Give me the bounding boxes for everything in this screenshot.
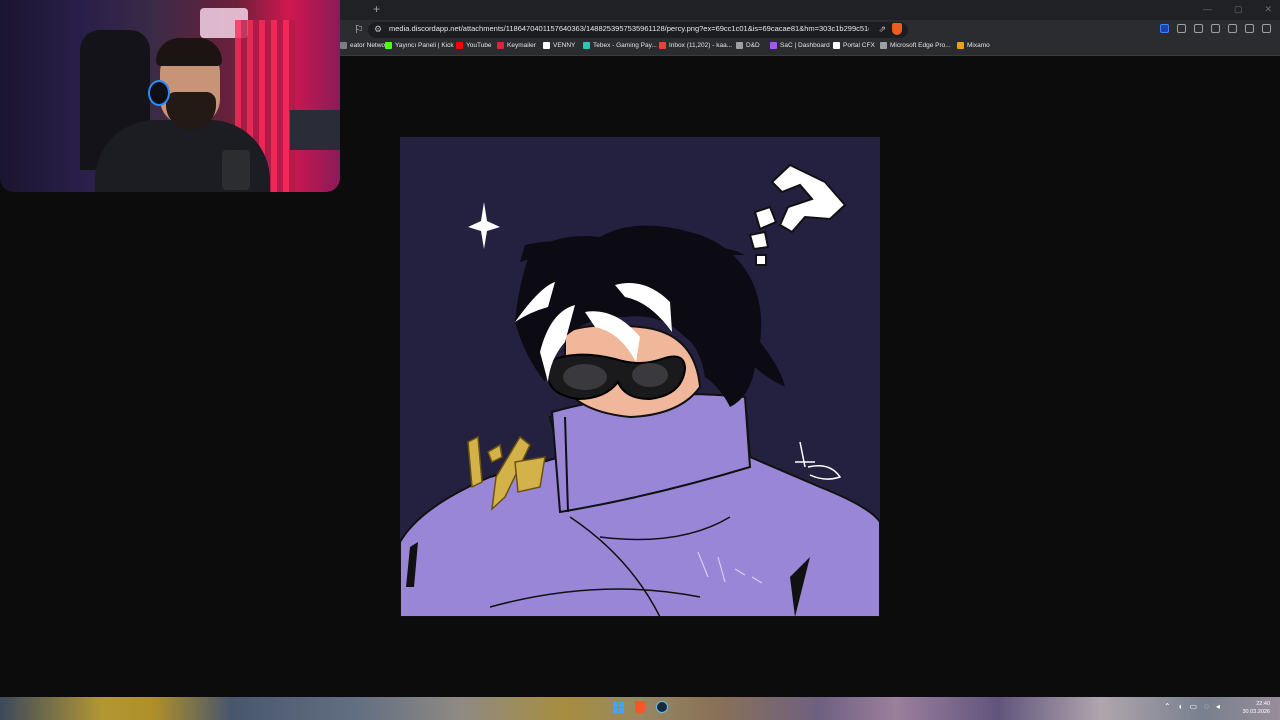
menu-icon[interactable]	[1262, 24, 1271, 33]
bookmark-item[interactable]: SaC | Dashboard	[770, 42, 830, 49]
network-icon[interactable]: ◌	[1204, 702, 1209, 711]
headset-icon	[148, 80, 170, 106]
taskbar-clock[interactable]: 22:40 30.03.2026	[1242, 700, 1270, 716]
bookmark-favicon-icon	[543, 42, 550, 49]
steam-taskbar-icon[interactable]	[656, 701, 668, 713]
extension-icon[interactable]	[1177, 24, 1186, 33]
display-icon[interactable]: ▭	[1190, 702, 1198, 711]
brave-taskbar-icon[interactable]	[635, 701, 645, 714]
music-icon[interactable]	[1211, 24, 1220, 33]
bookmark-favicon-icon	[385, 42, 392, 49]
minimize-icon[interactable]: —	[1203, 4, 1212, 15]
bookmark-item[interactable]: VENNY	[543, 42, 575, 49]
bookmark-favicon-icon	[880, 42, 887, 49]
new-tab-button[interactable]: +	[373, 3, 380, 15]
bookmark-item[interactable]: Mixamo	[957, 42, 990, 49]
system-tray: ⌃ ◖ ▭ ◌ ◂	[1164, 702, 1220, 711]
bookmark-item[interactable]: Yayıncı Paneli | Kick	[385, 42, 454, 49]
volume-icon[interactable]: ◂	[1216, 702, 1220, 711]
bookmark-favicon-icon	[583, 42, 590, 49]
bookmark-label: Inbox (11,202) - kaa...	[669, 42, 733, 49]
bookmark-item[interactable]: Microsoft Edge Pro...	[880, 42, 951, 49]
webcam-overlay	[0, 0, 340, 192]
bookmark-label: Keymailer	[507, 42, 536, 49]
bookmark-label: YouTube	[466, 42, 492, 49]
sidebar-icon[interactable]	[1228, 24, 1237, 33]
streamer-hair	[156, 38, 222, 66]
bookmark-item[interactable]: YouTube	[456, 42, 492, 49]
bookmark-item[interactable]: Keymailer	[497, 42, 536, 49]
share-icon[interactable]: ⇗	[878, 24, 886, 35]
window-controls: — ▢ ✕	[1203, 4, 1272, 15]
bookmark-item[interactable]: eator Network	[340, 42, 390, 49]
bookmark-item[interactable]: Tebex - Gaming Pay...	[583, 42, 657, 49]
bookmark-label: VENNY	[553, 42, 576, 49]
extension-icon[interactable]	[1194, 24, 1203, 33]
wallet-icon[interactable]	[1245, 24, 1254, 33]
bookmark-favicon-icon	[833, 42, 840, 49]
url-text[interactable]: media.discordapp.net/attachments/1186470…	[389, 24, 869, 33]
windows-taskbar: ⌃ ◖ ▭ ◌ ◂ 22:40 30.03.2026	[0, 697, 1280, 720]
bookmark-favicon-icon	[340, 42, 347, 49]
chevron-up-icon[interactable]: ⌃	[1164, 702, 1171, 711]
bookmark-label: Mixamo	[967, 42, 990, 49]
webcam-desk	[290, 110, 340, 150]
artwork-illustration	[400, 137, 880, 617]
bookmark-favicon-icon	[736, 42, 743, 49]
clock-time: 22:40	[1256, 701, 1270, 707]
bookmark-item[interactable]: Inbox (11,202) - kaa...	[659, 42, 732, 49]
bookmark-favicon-icon	[456, 42, 463, 49]
bookmark-label: Yayıncı Paneli | Kick	[395, 42, 454, 49]
bookmark-label: Portal CFX	[843, 42, 875, 49]
close-icon[interactable]: ✕	[1264, 4, 1272, 15]
bookmark-item[interactable]: D&D	[736, 42, 760, 49]
bookmark-favicon-icon	[497, 42, 504, 49]
brave-shields-icon[interactable]	[892, 23, 902, 35]
bookmark-icon[interactable]: ⚐	[354, 23, 364, 36]
bookmark-label: D&D	[746, 42, 760, 49]
microphone	[222, 150, 250, 190]
bookmark-favicon-icon	[770, 42, 777, 49]
bookmark-favicon-icon	[659, 42, 666, 49]
bookmark-item[interactable]: Portal CFX	[833, 42, 875, 49]
headphones-icon[interactable]: ◖	[1178, 702, 1183, 711]
bookmark-label: SaC | Dashboard	[780, 42, 830, 49]
artwork-image[interactable]	[400, 137, 880, 617]
bookmark-label: Tebex - Gaming Pay...	[593, 42, 657, 49]
bookmark-favicon-icon	[957, 42, 964, 49]
clock-date: 30.03.2026	[1242, 709, 1270, 715]
site-info-icon[interactable]: ⚙	[374, 24, 382, 35]
toolbar-extensions	[1160, 24, 1271, 33]
maximize-icon[interactable]: ▢	[1234, 4, 1243, 15]
address-bar[interactable]: ⚙ media.discordapp.net/attachments/11864…	[368, 22, 908, 38]
bookmark-label: Microsoft Edge Pro...	[890, 42, 951, 49]
windows-start-icon[interactable]	[613, 702, 624, 713]
extension-icon[interactable]	[1160, 24, 1169, 33]
